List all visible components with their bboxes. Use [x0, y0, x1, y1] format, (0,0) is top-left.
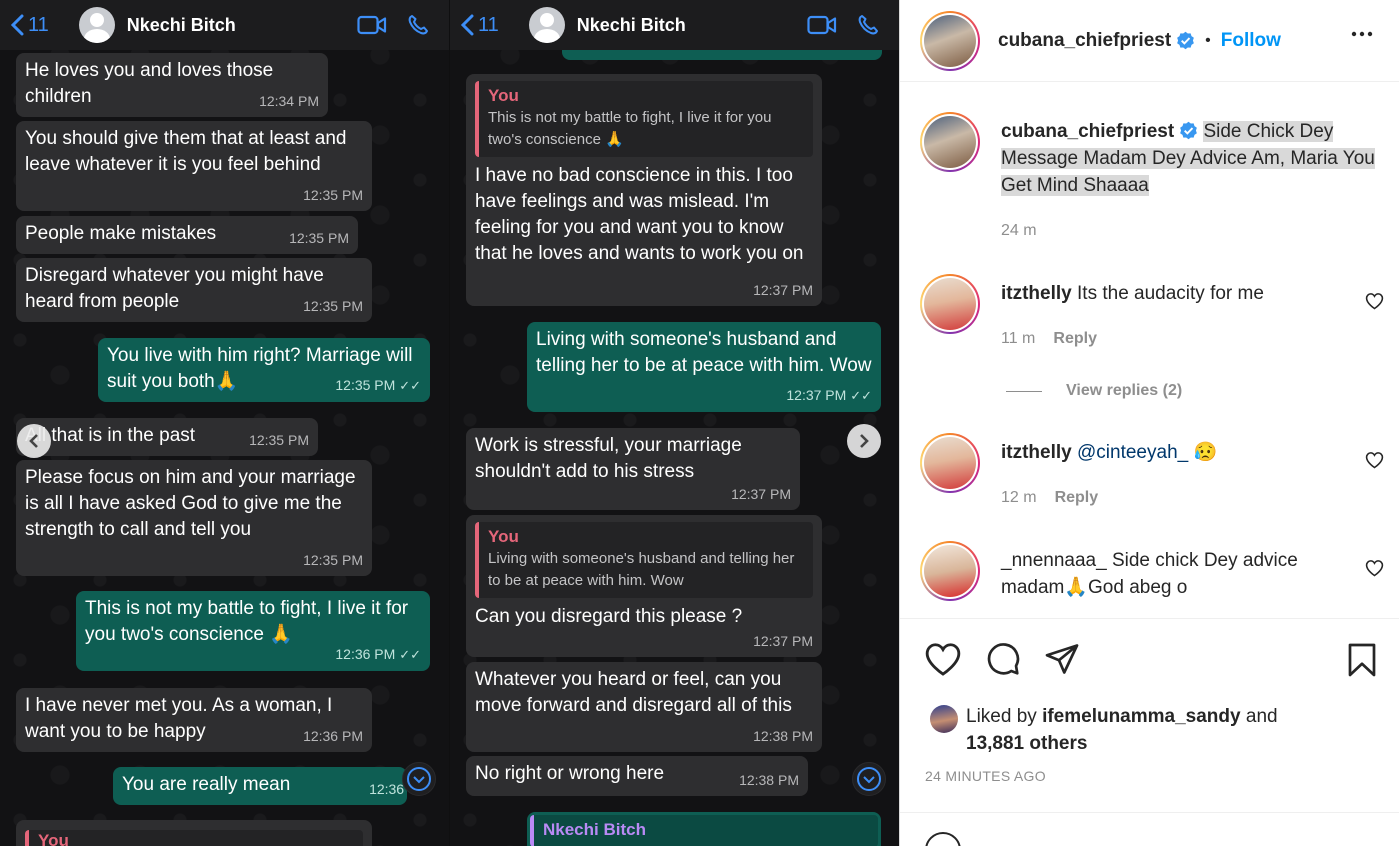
like-comment-icon[interactable]	[1365, 292, 1384, 315]
message-incoming-with-quote[interactable]: You Living with someone's husband and te…	[466, 515, 822, 657]
message-outgoing-partial[interactable]: Nkechi Bitch	[527, 812, 881, 846]
chevron-left-icon	[29, 434, 38, 448]
likes-count[interactable]: 13,881 others	[966, 733, 1087, 754]
message-incoming-partial[interactable]: You	[16, 820, 372, 846]
chat-header: 11 Nkechi Bitch	[0, 0, 449, 50]
message-incoming[interactable]: Work is stressful, your marriage shouldn…	[466, 428, 800, 510]
back-count: 11	[478, 13, 499, 36]
view-replies-button[interactable]: View replies (2)	[1006, 382, 1182, 400]
message-incoming[interactable]: Please focus on him and your marriage is…	[16, 460, 372, 576]
comment-emoji: 😥	[1193, 442, 1218, 463]
author-avatar-ring[interactable]	[920, 112, 980, 172]
quoted-message[interactable]: You This is not my battle to fight, I li…	[475, 81, 813, 157]
message-incoming[interactable]: People make mistakes 12:35 PM	[16, 216, 358, 254]
avatar	[924, 437, 976, 489]
liker-avatar[interactable]	[930, 705, 958, 733]
message-incoming[interactable]: Disregard whatever you might have heard …	[16, 258, 372, 322]
contact-avatar[interactable]	[528, 7, 565, 43]
more-icon[interactable]	[1350, 22, 1374, 51]
separator-dot: •	[1205, 31, 1211, 49]
chat-header: 11 Nkechi Bitch	[450, 0, 899, 50]
heart-icon[interactable]	[924, 641, 962, 682]
add-comment-bar	[900, 812, 1399, 846]
avatar	[924, 14, 976, 67]
reply-button[interactable]: Reply	[1055, 489, 1099, 506]
avatar	[924, 116, 976, 168]
commenter-avatar-ring[interactable]	[920, 541, 980, 601]
message-incoming[interactable]: You should give them that at least and l…	[16, 121, 372, 211]
comment-username[interactable]: _nnennaaa_	[1001, 550, 1107, 571]
comment-username[interactable]: itzthelly	[1001, 283, 1072, 304]
message-incoming[interactable]: He loves you and loves those children 12…	[16, 53, 328, 117]
comment-text: Its the audacity for me	[1077, 283, 1264, 304]
contact-avatar[interactable]	[78, 7, 115, 43]
share-icon[interactable]	[1043, 641, 1081, 682]
commenter-avatar-ring[interactable]	[920, 433, 980, 493]
back-button[interactable]: 11	[10, 14, 49, 37]
emoji-icon[interactable]	[924, 831, 962, 846]
back-count: 11	[28, 13, 49, 36]
likes-summary: Liked by ifemelunamma_sandy and 13,881 o…	[966, 706, 1278, 754]
chat-panel-left: 11 Nkechi Bitch He loves you and loves t…	[0, 0, 449, 846]
comment-icon[interactable]	[984, 641, 1022, 682]
scroll-down-button[interactable]	[402, 762, 436, 796]
message-outgoing[interactable]: This is not my battle to fight, I live i…	[76, 591, 430, 671]
message-outgoing[interactable]: You are really mean 12:36 PM	[113, 767, 407, 805]
contact-name[interactable]: Nkechi Bitch	[577, 15, 807, 36]
chevron-right-icon	[860, 434, 869, 448]
chevron-down-circle-icon	[857, 767, 881, 791]
instagram-post-panel: cubana_chiefpriest • Follow cubana_chief…	[899, 0, 1399, 846]
contact-name[interactable]: Nkechi Bitch	[127, 15, 357, 36]
read-receipt-icon: ✓✓	[399, 647, 421, 662]
next-image-button[interactable]	[847, 424, 881, 458]
video-call-icon[interactable]	[357, 15, 387, 35]
verified-icon	[1176, 31, 1195, 50]
previous-image-button[interactable]	[17, 424, 51, 458]
caption-username[interactable]: cubana_chiefpriest	[1001, 121, 1174, 142]
like-comment-icon[interactable]	[1365, 451, 1384, 474]
like-comment-icon[interactable]	[1365, 559, 1384, 582]
message-outgoing-partial	[562, 50, 882, 60]
message-incoming[interactable]: No right or wrong here 12:38 PM	[466, 756, 808, 796]
mention-link[interactable]: @cinteeyah_	[1077, 442, 1188, 463]
author-avatar-ring[interactable]	[920, 10, 980, 71]
scroll-down-button[interactable]	[852, 762, 886, 796]
chat-panel-right: 11 Nkechi Bitch You This is not my battl…	[450, 0, 899, 846]
phone-call-icon[interactable]	[857, 14, 879, 36]
comment-username[interactable]: itzthelly	[1001, 442, 1072, 463]
caption-time: 24 m	[1001, 222, 1037, 239]
bookmark-icon[interactable]	[1344, 641, 1380, 684]
message-incoming-with-quote[interactable]: You This is not my battle to fight, I li…	[466, 74, 822, 306]
comment-time: 12 m	[1001, 489, 1037, 506]
comment-time: 11 m	[1001, 330, 1036, 347]
message-outgoing[interactable]: Living with someone's husband and tellin…	[527, 322, 881, 412]
message-incoming[interactable]: All that is in the past 12:35 PM	[16, 418, 318, 456]
avatar	[924, 278, 976, 330]
message-outgoing[interactable]: You live with him right? Marriage will s…	[98, 338, 430, 402]
liker-username[interactable]: ifemelunamma_sandy	[1042, 706, 1241, 727]
author-username[interactable]: cubana_chiefpriest	[998, 30, 1171, 52]
post-timestamp: 24 MINUTES AGO	[925, 768, 1046, 784]
chevron-left-icon	[460, 14, 474, 36]
quoted-message[interactable]: You Living with someone's husband and te…	[475, 522, 813, 598]
video-call-icon[interactable]	[807, 15, 837, 35]
read-receipt-icon: ✓✓	[399, 378, 421, 393]
phone-call-icon[interactable]	[407, 14, 429, 36]
message-incoming[interactable]: Whatever you heard or feel, can you move…	[466, 662, 822, 752]
commenter-avatar-ring[interactable]	[920, 274, 980, 334]
post-header: cubana_chiefpriest • Follow	[900, 0, 1399, 82]
verified-icon	[1179, 121, 1198, 140]
chevron-down-circle-icon	[407, 767, 431, 791]
avatar	[924, 545, 976, 597]
chevron-left-icon	[10, 14, 24, 36]
message-incoming[interactable]: I have never met you. As a woman, I want…	[16, 688, 372, 752]
back-button[interactable]: 11	[460, 14, 499, 37]
read-receipt-icon: ✓✓	[850, 388, 872, 403]
follow-button[interactable]: Follow	[1221, 30, 1281, 52]
reply-button[interactable]: Reply	[1053, 330, 1097, 347]
whatsapp-screenshots: 11 Nkechi Bitch He loves you and loves t…	[0, 0, 899, 846]
